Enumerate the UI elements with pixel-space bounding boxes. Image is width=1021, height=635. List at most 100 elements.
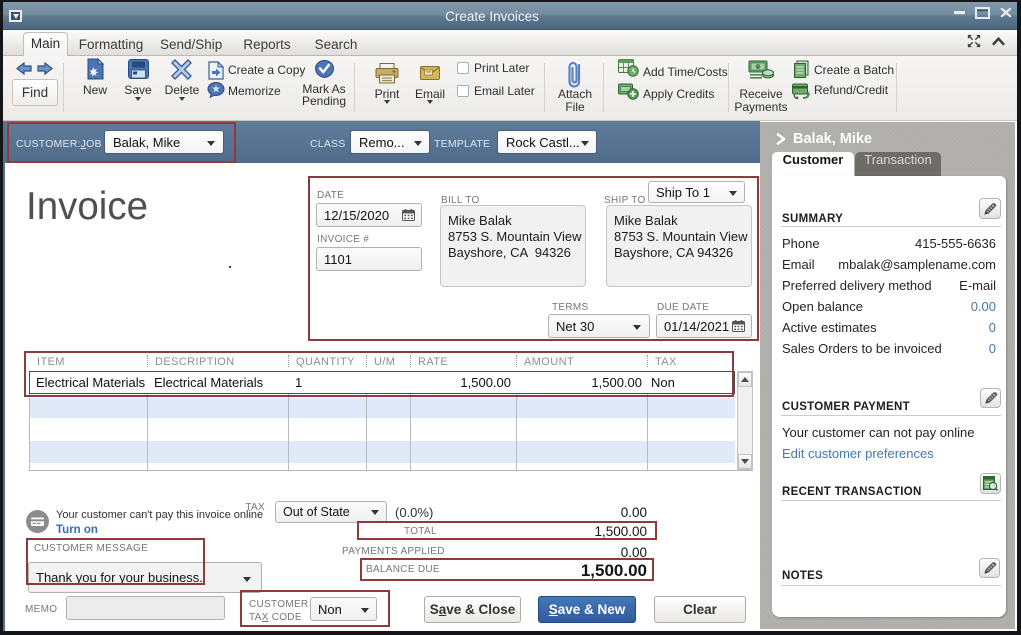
expand-window-icon[interactable] (967, 34, 981, 48)
memo-input[interactable] (66, 596, 225, 620)
save-close-button[interactable]: Save & Close (424, 596, 521, 623)
calendar-icon[interactable] (732, 320, 745, 332)
summary-value-link[interactable]: 0 (989, 317, 996, 338)
table-empty-row[interactable] (29, 463, 735, 470)
tab-formatting[interactable]: Formatting (76, 33, 146, 56)
clear-button[interactable]: Clear (654, 596, 746, 623)
new-button[interactable]: New (83, 83, 107, 97)
refund-credit-button[interactable]: Refund/Credit (814, 83, 888, 97)
create-copy-icon[interactable] (208, 61, 224, 80)
edit-notes-button[interactable] (979, 558, 1000, 578)
summary-value-link[interactable]: 0 (989, 338, 996, 359)
customer-tax-code-dropdown[interactable]: Non (310, 597, 377, 621)
save-icon[interactable] (128, 59, 149, 79)
mark-pending-icon[interactable] (315, 60, 334, 78)
cell-quantity[interactable]: 1 (295, 372, 367, 393)
column-divider[interactable] (410, 355, 411, 367)
terms-dropdown[interactable]: Net 30 (548, 314, 650, 338)
maximize-button[interactable] (973, 5, 992, 22)
edit-summary-button[interactable] (979, 198, 1001, 219)
summary-value-link[interactable]: 0.00 (971, 296, 996, 317)
email-button[interactable]: Email (415, 87, 445, 101)
add-time-costs-button[interactable]: Add Time/Costs (643, 65, 728, 79)
column-divider[interactable] (366, 355, 367, 367)
delete-button[interactable]: Delete (165, 83, 200, 97)
tab-main[interactable]: Main (23, 32, 68, 56)
edit-customer-preferences-link[interactable]: Edit customer preferences (782, 446, 934, 461)
recent-transaction-report-button[interactable] (980, 473, 1001, 494)
panel-tab-transaction[interactable]: Transaction (855, 152, 941, 176)
panel-collapse-arrow-icon[interactable] (776, 133, 786, 145)
invoice-number-field[interactable]: 1101 (316, 247, 422, 271)
collapse-ribbon-icon[interactable] (992, 36, 1005, 47)
bill-to-box[interactable]: Mike Balak 8753 S. Mountain View Bayshor… (440, 205, 586, 287)
email-later-label[interactable]: Email Later (474, 84, 535, 98)
window-menu-icon[interactable] (9, 10, 22, 22)
save-dropdown-caret[interactable] (135, 97, 141, 101)
delete-icon[interactable] (171, 59, 192, 80)
date-field[interactable]: 12/15/2020 (316, 203, 422, 227)
email-icon[interactable] (420, 66, 440, 80)
forward-arrow-icon[interactable] (37, 62, 53, 75)
tab-reports[interactable]: Reports (242, 33, 292, 56)
panel-tab-customer[interactable]: Customer (772, 152, 854, 176)
delete-dropdown-caret[interactable] (179, 97, 185, 101)
column-divider[interactable] (147, 355, 148, 367)
column-divider[interactable] (516, 355, 517, 367)
class-dropdown[interactable]: Remo... (350, 130, 430, 154)
email-later-checkbox[interactable] (457, 85, 469, 97)
table-scrollbar[interactable] (737, 371, 753, 470)
print-button[interactable]: Print (375, 87, 400, 101)
create-copy-button[interactable]: Create a Copy (228, 63, 305, 77)
cell-amount[interactable]: 1,500.00 (518, 372, 642, 393)
create-batch-button[interactable]: Create a Batch (814, 63, 894, 77)
customer-message-dropdown[interactable]: Thank you for your business. (28, 562, 262, 593)
memorize-icon[interactable] (207, 82, 225, 98)
print-dropdown-caret[interactable] (384, 100, 390, 104)
due-date-field[interactable]: 01/14/2021 (656, 314, 752, 338)
find-button[interactable]: Find (12, 79, 58, 106)
apply-credits-button[interactable]: Apply Credits (643, 87, 714, 101)
customer-job-dropdown[interactable]: Balak, Mike (104, 130, 224, 154)
tab-search[interactable]: Search (312, 33, 360, 56)
cell-rate[interactable]: 1,500.00 (412, 372, 511, 393)
tax-dropdown[interactable]: Out of State (275, 501, 387, 523)
edit-customer-payment-button[interactable] (980, 388, 1001, 408)
ship-to-dropdown[interactable]: Ship To 1 (648, 181, 745, 203)
refund-credit-icon[interactable] (792, 83, 811, 99)
save-button[interactable]: Save (124, 83, 151, 97)
table-empty-row[interactable] (29, 441, 735, 463)
template-dropdown[interactable]: Rock Castl... (497, 130, 597, 154)
cell-tax[interactable]: Non (651, 372, 731, 393)
print-icon[interactable] (375, 63, 399, 84)
print-later-label[interactable]: Print Later (474, 61, 529, 75)
create-batch-icon[interactable] (793, 60, 811, 78)
apply-credits-icon[interactable] (618, 82, 639, 100)
close-button[interactable] (998, 5, 1017, 22)
calendar-icon[interactable] (402, 209, 415, 221)
table-empty-row[interactable] (29, 418, 735, 441)
minimize-button[interactable] (950, 7, 969, 24)
column-divider[interactable] (288, 355, 289, 367)
receive-payments-icon[interactable] (748, 59, 774, 82)
cell-description[interactable]: Electrical Materials (154, 372, 289, 393)
memorize-button[interactable]: Memorize (228, 84, 281, 98)
scrollbar-up-button[interactable] (738, 372, 752, 387)
receive-payments-button[interactable]: Receive (739, 87, 782, 101)
ship-to-box[interactable]: Mike Balak 8753 S. Mountain View Bayshor… (606, 205, 752, 287)
column-divider[interactable] (647, 355, 648, 367)
add-time-costs-icon[interactable] (618, 59, 639, 77)
back-arrow-icon[interactable] (16, 62, 32, 75)
attach-file-button[interactable]: Attach (558, 87, 592, 101)
attach-file-icon[interactable] (566, 59, 584, 88)
email-dropdown-caret[interactable] (427, 100, 433, 104)
cell-item[interactable]: Electrical Materials (36, 372, 148, 393)
turn-on-link[interactable]: Turn on (56, 524, 98, 536)
new-invoice-icon[interactable] (87, 58, 104, 80)
scrollbar-down-button[interactable] (738, 454, 752, 469)
table-empty-row[interactable] (29, 398, 735, 418)
print-later-checkbox[interactable] (457, 62, 469, 74)
save-new-button[interactable]: Save & New (538, 596, 636, 623)
table-row[interactable]: Electrical Materials Electrical Material… (29, 371, 735, 394)
tab-send-ship[interactable]: Send/Ship (160, 33, 222, 56)
